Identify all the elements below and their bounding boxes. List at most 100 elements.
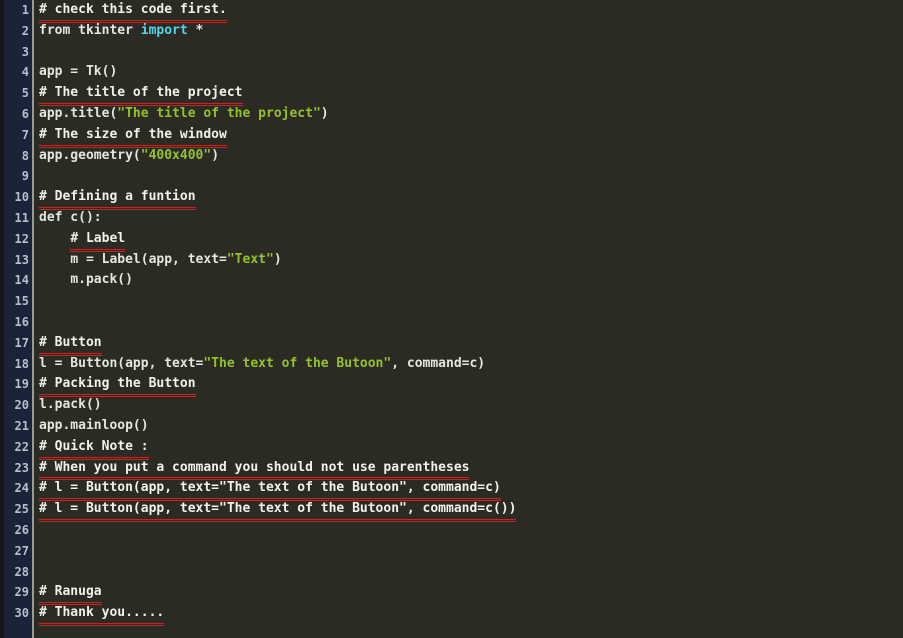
token-comment: # Quick Note : — [39, 438, 149, 454]
line-number: 23 — [14, 460, 29, 475]
line-number: 15 — [14, 294, 29, 309]
error-underline: # Thank you..... — [39, 603, 165, 626]
token-plain: ) — [273, 251, 282, 267]
token-plain: m = Label(app, text= — [70, 251, 227, 267]
token-comment: # Button — [39, 334, 102, 350]
line-number: 20 — [14, 398, 29, 413]
line-number: 7 — [21, 127, 29, 142]
code-line[interactable]: # Label — [39, 229, 903, 252]
code-line[interactable] — [39, 541, 903, 562]
code-line[interactable] — [39, 166, 903, 187]
code-line[interactable]: # Defining a funtion — [39, 187, 903, 210]
token-plain: l = Button(app, text= — [39, 355, 204, 371]
line-number: 8 — [21, 148, 29, 163]
code-line[interactable] — [39, 312, 903, 333]
code-line[interactable]: m = Label(app, text="Text") — [39, 250, 903, 271]
code-line[interactable]: # Thank you..... — [39, 603, 903, 626]
token-comment: # check this code first. — [39, 2, 227, 17]
token-comment: # Ranuga — [39, 584, 102, 600]
code-line[interactable]: def c(): — [39, 208, 903, 229]
line-number: 30 — [14, 606, 29, 621]
code-line[interactable]: l.pack() — [39, 395, 903, 416]
code-line[interactable]: # Ranuga — [39, 582, 903, 605]
error-underline: # The size of the window — [39, 125, 227, 148]
token-comment: # Packing the Button — [39, 376, 196, 392]
code-line[interactable]: # l = Button(app, text="The text of the … — [39, 499, 903, 522]
line-number: 9 — [21, 169, 29, 184]
token-comment: # Thank you..... — [39, 605, 165, 621]
error-underline: # l = Button(app, text="The text of the … — [39, 478, 501, 501]
code-line[interactable]: app.title("The title of the project") — [39, 104, 903, 125]
line-number: 5 — [21, 86, 29, 101]
token-str: "The text of the Butoon" — [203, 355, 392, 371]
code-line[interactable]: # l = Button(app, text="The text of the … — [39, 478, 903, 501]
error-underline: # The title of the project — [39, 83, 243, 106]
error-underline: # check this code first. — [39, 0, 227, 23]
error-underline: # When you put a command you should not … — [39, 458, 470, 481]
token-comment: # Defining a funtion — [39, 189, 196, 205]
code-line[interactable]: l = Button(app, text="The text of the Bu… — [39, 354, 903, 375]
code-line[interactable]: app.geometry("400x400") — [39, 146, 903, 167]
token-plain: m.pack() — [70, 272, 133, 288]
token-plain: , command=c) — [391, 355, 486, 371]
token-comment: # When you put a command you should not … — [39, 459, 470, 475]
error-underline: # Defining a funtion — [39, 187, 196, 210]
line-number: 26 — [14, 522, 29, 537]
line-number: 11 — [14, 210, 29, 225]
token-str: "Text" — [226, 251, 274, 267]
code-line[interactable]: app = Tk() — [39, 62, 903, 83]
code-line[interactable]: # check this code first. — [39, 0, 903, 23]
error-underline: # Label — [70, 229, 126, 252]
code-line[interactable]: # The title of the project — [39, 83, 903, 106]
code-line[interactable]: # When you put a command you should not … — [39, 458, 903, 481]
token-plain: def c(): — [39, 209, 102, 225]
token-plain: * — [187, 22, 204, 38]
line-number: 19 — [14, 377, 29, 392]
line-number: 3 — [21, 44, 29, 59]
code-line[interactable]: # The size of the window — [39, 125, 903, 148]
line-number: 4 — [21, 65, 29, 80]
code-line[interactable] — [39, 42, 903, 63]
token-plain: l.pack() — [39, 397, 102, 413]
error-underline: # Packing the Button — [39, 374, 196, 397]
token-str: "The title of the project" — [117, 105, 321, 121]
code-line[interactable]: app.mainloop() — [39, 416, 903, 437]
code-line[interactable] — [39, 520, 903, 541]
code-line[interactable]: # Button — [39, 333, 903, 356]
code-line[interactable]: m.pack() — [39, 270, 903, 291]
token-comment: # The size of the window — [39, 126, 227, 142]
error-underline: # Button — [39, 333, 102, 356]
token-str: "400x400" — [140, 147, 212, 163]
line-number: 22 — [14, 439, 29, 454]
line-number: 17 — [14, 335, 29, 350]
line-number: 2 — [21, 23, 29, 38]
token-kw: import — [140, 22, 188, 38]
code-line[interactable]: from tkinter import * — [39, 21, 903, 42]
line-number-gutter[interactable]: 1 2 3 4 5 6 7 8 9 10 11 12 13 14 15 16 17 18 19 20 21 22 23 24 2… — [0, 0, 34, 638]
code-line[interactable]: # Packing the Button — [39, 374, 903, 397]
token-plain: ) — [320, 105, 329, 121]
token-plain: app.geometry( — [39, 147, 141, 163]
token-comment: # Label — [70, 230, 126, 246]
line-number: 29 — [14, 585, 29, 600]
line-number: 10 — [14, 190, 29, 205]
code-editor[interactable]: 1 2 3 4 5 6 7 8 9 10 11 12 13 14 15 16 17 18 19 20 21 22 23 24 2… — [0, 0, 903, 638]
line-number: 27 — [14, 543, 29, 558]
code-line[interactable] — [39, 562, 903, 583]
code-line[interactable] — [39, 291, 903, 312]
line-number: 6 — [21, 106, 29, 121]
token-plain: app.mainloop() — [39, 417, 149, 433]
token-comment: # l = Button(app, text="The text of the … — [39, 480, 501, 496]
error-underline: # l = Button(app, text="The text of the … — [39, 499, 517, 522]
line-number: 28 — [14, 564, 29, 579]
line-number: 12 — [14, 231, 29, 246]
line-number: 16 — [14, 314, 29, 329]
code-line[interactable]: # Quick Note : — [39, 437, 903, 460]
line-number: 24 — [14, 481, 29, 496]
code-text-area[interactable]: # check this code first. from tkinter imp… — [34, 0, 903, 638]
line-number: 14 — [14, 273, 29, 288]
line-number: 25 — [14, 502, 29, 517]
line-number: 21 — [14, 418, 29, 433]
